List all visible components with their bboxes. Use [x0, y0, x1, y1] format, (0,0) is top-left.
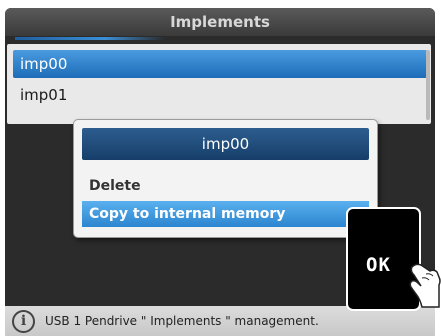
status-text: USB 1 Pendrive " Implements " management… — [45, 314, 319, 328]
implements-list: imp00 imp01 — [7, 44, 431, 124]
list-item-imp00[interactable]: imp00 — [13, 50, 427, 78]
list-scrollbar[interactable] — [426, 50, 430, 120]
delete-option[interactable]: Delete — [82, 173, 369, 199]
context-menu-dialog: imp00 Delete Copy to internal memory — [74, 120, 377, 237]
pointing-hand-icon — [409, 263, 441, 308]
dialog-title: imp00 — [82, 128, 369, 160]
info-icon: i — [12, 310, 35, 333]
list-item-imp01[interactable]: imp01 — [13, 81, 427, 109]
window-title: Implements — [5, 8, 435, 36]
title-accent-line — [15, 37, 165, 40]
copy-to-internal-memory-option[interactable]: Copy to internal memory — [82, 201, 369, 227]
ok-button-label: OK — [366, 254, 391, 276]
